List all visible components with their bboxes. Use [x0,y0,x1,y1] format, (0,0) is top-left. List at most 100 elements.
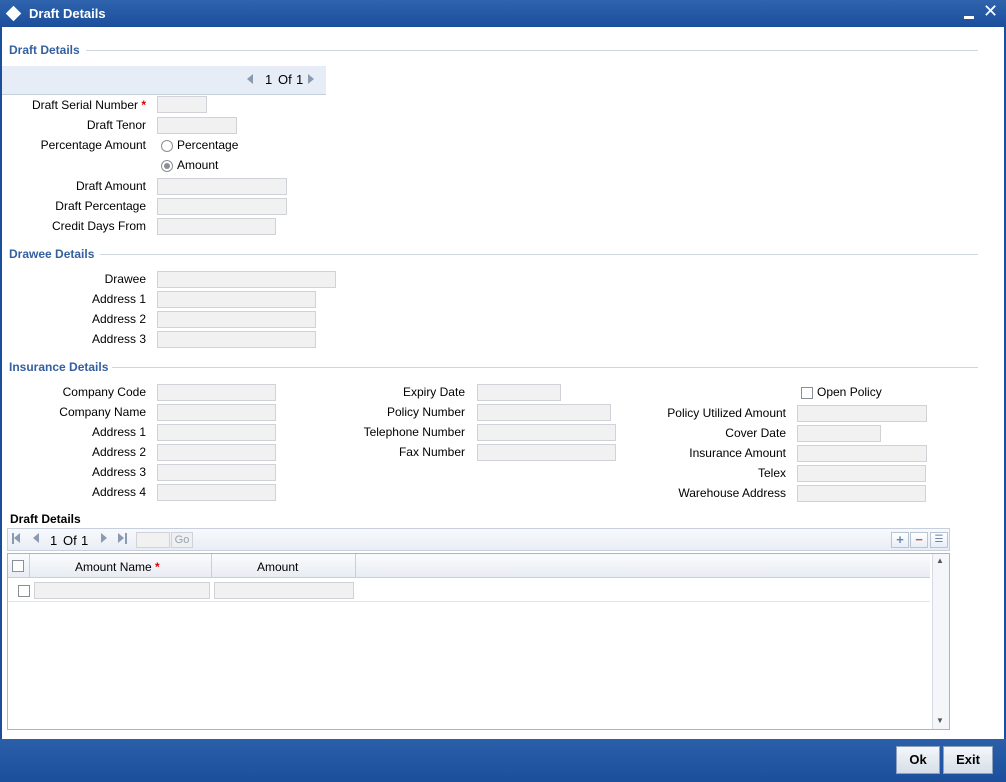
cover-date-field[interactable] [797,425,881,442]
draft-serial-number-field[interactable] [157,96,207,113]
insurance-address4-field[interactable] [157,484,276,501]
insurance-address3-field[interactable] [157,464,276,481]
draft-details-grid: Amount Name * Amount ▲ ▼ [7,553,950,730]
insurance-address2-label: Address 2 [91,445,146,459]
open-policy-label: Open Policy [817,385,882,399]
fax-number-label: Fax Number [398,445,465,459]
column-header-amount[interactable]: Amount [257,560,298,574]
first-page-arrow-icon[interactable] [14,533,20,543]
column-divider [29,554,30,578]
policy-utilized-amount-label: Policy Utilized Amount [667,406,786,420]
close-icon[interactable]: ✕ [983,2,998,20]
column-divider [355,554,356,578]
draft-amount-label: Draft Amount [75,179,146,193]
drawee-address1-field[interactable] [157,291,316,308]
warehouse-address-field[interactable] [797,485,926,502]
drawee-address3-field[interactable] [157,331,316,348]
drawee-label: Drawee [104,272,146,286]
drawee-address2-label: Address 2 [91,312,146,326]
grid-vertical-scrollbar[interactable]: ▲ ▼ [932,554,949,729]
policy-number-label: Policy Number [386,405,465,419]
delete-row-button[interactable]: − [910,532,928,548]
exit-button[interactable]: Exit [943,746,993,774]
window-title: Draft Details [29,6,106,21]
pager-total: 1 [296,72,304,87]
draft-amount-field[interactable] [157,178,287,195]
grid-pager-of: Of [63,533,77,548]
credit-days-from-label: Credit Days From [51,219,146,233]
telex-field[interactable] [797,465,926,482]
percentage-radio[interactable] [161,140,173,152]
telephone-number-field[interactable] [477,424,616,441]
insurance-amount-field[interactable] [797,445,927,462]
policy-number-field[interactable] [477,404,611,421]
minimize-icon[interactable] [964,3,976,21]
app-diamond-icon [5,5,22,22]
insurance-amount-label: Insurance Amount [689,446,786,460]
draft-percentage-field[interactable] [157,198,287,215]
credit-days-from-field[interactable] [157,218,276,235]
drawee-field[interactable] [157,271,336,288]
amount-radio-label: Amount [177,158,219,172]
draft-pager: 1 Of 1 [2,66,326,95]
scroll-up-icon[interactable]: ▲ [936,556,944,565]
insurance-address1-label: Address 1 [91,425,146,439]
footer-bar: Ok Exit [0,739,1006,782]
amount-radio[interactable] [161,160,173,172]
pager-of: Of [278,72,292,87]
grid-pager-total: 1 [81,533,89,548]
draft-percentage-label: Draft Percentage [55,199,146,213]
section-divider [112,367,978,368]
open-policy-checkbox[interactable] [801,387,813,399]
section-divider [86,50,978,51]
pager-current: 1 [265,72,273,87]
page-number-input[interactable] [136,532,170,548]
insurance-address3-label: Address 3 [91,465,146,479]
grid-pager-current: 1 [50,533,58,548]
draft-tenor-field[interactable] [157,117,237,134]
company-name-field[interactable] [157,404,276,421]
drawee-address3-label: Address 3 [91,332,146,346]
drawee-address1-label: Address 1 [91,292,146,306]
previous-record-icon[interactable] [247,74,253,84]
amount-name-cell-input[interactable] [34,582,210,599]
next-page-icon[interactable] [101,533,107,543]
expiry-date-label: Expiry Date [402,385,465,399]
company-code-field[interactable] [157,384,276,401]
section-divider [100,254,978,255]
go-button[interactable]: Go [171,532,193,548]
scroll-down-icon[interactable]: ▼ [936,716,944,725]
add-row-button[interactable]: + [891,532,909,548]
cover-date-label: Cover Date [725,426,786,440]
insurance-address2-field[interactable] [157,444,276,461]
last-page-icon[interactable] [125,533,127,544]
window-frame-left [0,27,2,739]
insurance-address4-label: Address 4 [91,485,146,499]
percentage-amount-label: Percentage Amount [40,138,146,152]
window-title-bar: Draft Details ✕ [0,0,1006,27]
expiry-date-field[interactable] [477,384,561,401]
column-divider [211,554,212,578]
amount-cell-input[interactable] [214,582,354,599]
grid-toolbar: 1 Of 1 Go + − ☰ [7,528,950,551]
section-title-draft-details: Draft Details [9,43,80,57]
select-all-checkbox[interactable] [12,560,24,572]
insurance-address1-field[interactable] [157,424,276,441]
next-record-icon[interactable] [308,74,314,84]
column-header-amount-name[interactable]: Amount Name * [75,560,160,574]
policy-utilized-amount-field[interactable] [797,405,927,422]
table-row [8,579,930,602]
draft-serial-number-label: Draft Serial Number * [31,98,146,112]
grid-header: Amount Name * Amount [8,554,930,578]
single-view-button[interactable]: ☰ [930,532,948,548]
draft-tenor-label: Draft Tenor [86,118,146,132]
ok-button[interactable]: Ok [896,746,940,774]
warehouse-address-label: Warehouse Address [678,486,786,500]
fax-number-field[interactable] [477,444,616,461]
previous-page-icon[interactable] [33,533,39,543]
company-name-label: Company Name [59,405,146,419]
row-select-checkbox[interactable] [18,585,30,597]
telex-label: Telex [757,466,786,480]
drawee-address2-field[interactable] [157,311,316,328]
last-page-arrow-icon[interactable] [118,533,124,543]
